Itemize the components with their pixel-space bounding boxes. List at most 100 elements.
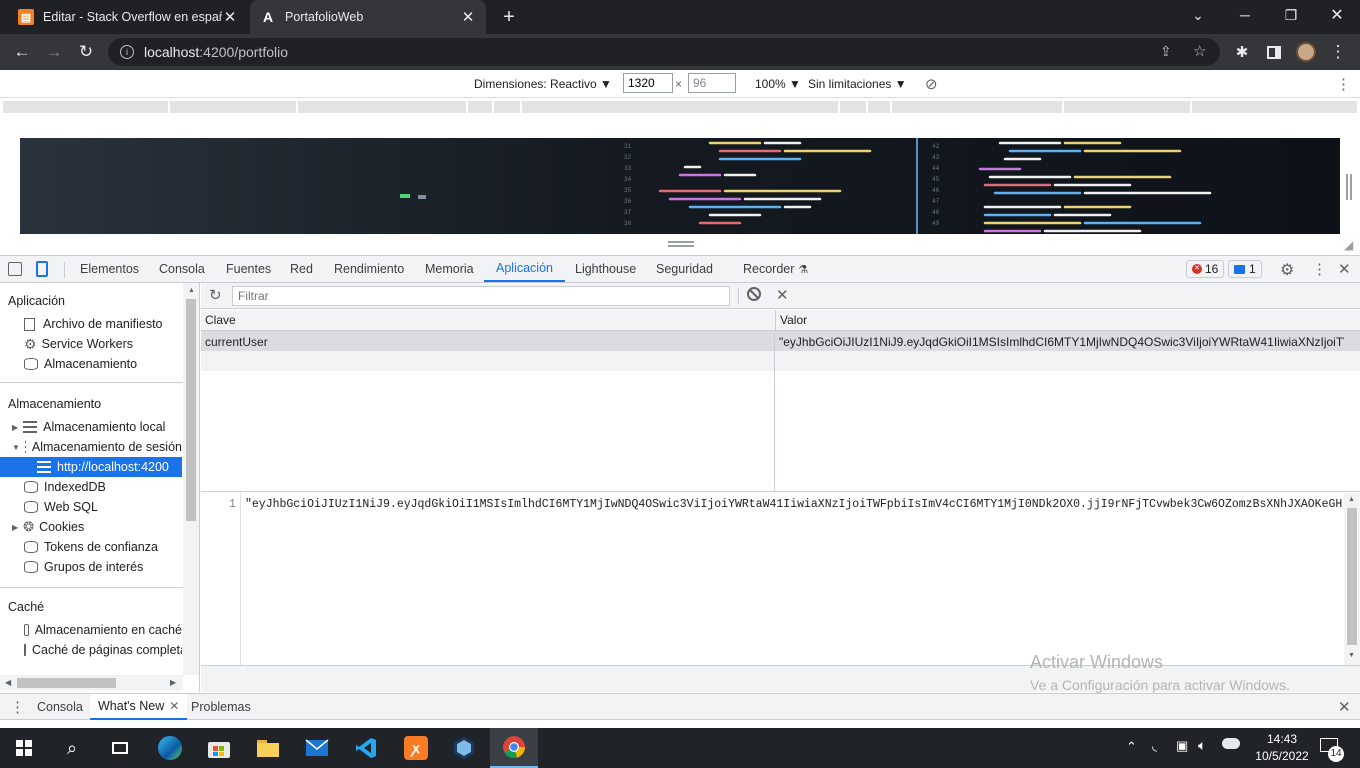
reload-button[interactable]: ↻ [72, 38, 100, 66]
chrome-icon[interactable] [490, 728, 538, 768]
media-query-segment[interactable] [868, 101, 890, 113]
expand-arrow-icon[interactable]: ▶ [12, 523, 18, 532]
cell-value[interactable]: "eyJhbGciOiJIUzI1NiJ9.eyJqdGkiOiI1MSIsIm… [779, 335, 1344, 349]
sidebar-vertical-scrollbar[interactable]: ▲ [183, 283, 199, 675]
drawer-tab-consola[interactable]: Consola [37, 700, 83, 714]
scrollbar-thumb[interactable] [1347, 508, 1357, 645]
side-panel-icon[interactable] [1260, 38, 1288, 66]
tab-seguridad[interactable]: Seguridad [656, 256, 713, 282]
tab-lighthouse[interactable]: Lighthouse [575, 256, 636, 282]
tab-memoria[interactable]: Memoria [425, 256, 474, 282]
virtualbox-icon[interactable] [440, 728, 488, 768]
tab-elementos[interactable]: Elementos [80, 256, 139, 282]
drawer-menu-icon[interactable]: ⋮ [10, 698, 25, 716]
sidebar-item-session-origin[interactable]: http://localhost:4200 [0, 457, 182, 477]
viewport-resize-corner[interactable]: ◢ [1344, 238, 1353, 252]
close-tab-icon[interactable]: ✕ [222, 8, 238, 26]
network-icon[interactable]: ◟ [1152, 738, 1157, 754]
tab-recorder[interactable]: Recorder ⚗ [743, 256, 808, 282]
message-counter-badge[interactable]: 1 [1228, 260, 1262, 278]
column-divider[interactable] [774, 331, 775, 492]
back-button[interactable]: ← [8, 38, 36, 66]
tab-red[interactable]: Red [290, 256, 313, 282]
bookmark-star-icon[interactable]: ☆ [1193, 42, 1206, 60]
media-query-segment[interactable] [170, 101, 296, 113]
throttle-dropdown[interactable]: Sin limitaciones ▼ [808, 77, 907, 91]
scroll-down-icon[interactable]: ▼ [1348, 652, 1355, 659]
tab-fuentes[interactable]: Fuentes [226, 256, 271, 282]
expand-arrow-icon[interactable]: ▶ [12, 423, 18, 432]
viewport-resize-handle-bottom[interactable] [668, 241, 694, 247]
preview-scrollbar[interactable]: ▲ ▼ [1344, 493, 1360, 665]
rotate-icon[interactable]: ⊘ [925, 75, 938, 93]
forward-button[interactable]: → [40, 38, 68, 66]
show-hidden-icons-icon[interactable]: ⌃ [1126, 739, 1137, 755]
cell-key[interactable]: currentUser [205, 335, 771, 349]
file-explorer-icon[interactable] [244, 728, 292, 768]
close-tab-icon[interactable]: ✕ [169, 699, 179, 713]
sidebar-item-indexeddb[interactable]: IndexedDB [24, 477, 182, 497]
extensions-icon[interactable]: ✱ [1228, 38, 1256, 66]
dimensions-dropdown[interactable]: Dimensiones: Reactivo ▼ [474, 77, 612, 91]
scroll-up-icon[interactable]: ▲ [188, 287, 195, 294]
column-header-value[interactable]: Valor [775, 310, 1360, 331]
media-query-segment[interactable] [468, 101, 492, 113]
media-query-segment[interactable] [494, 101, 520, 113]
collapse-arrow-icon[interactable]: ▼ [12, 443, 20, 452]
maximize-button[interactable]: ❐ [1268, 0, 1314, 30]
table-row[interactable]: currentUser "eyJhbGciOiJIUzI1NiJ9.eyJqdG… [201, 331, 1360, 351]
share-icon[interactable]: ⇪ [1160, 43, 1172, 60]
minimize-button[interactable]: ─ [1222, 0, 1268, 30]
edge-icon[interactable] [146, 728, 194, 768]
filter-input[interactable] [232, 286, 730, 306]
clock-time[interactable]: 14:43 [1252, 732, 1312, 746]
sidebar-item-service-workers[interactable]: ⚙ Service Workers [24, 334, 182, 354]
scroll-up-icon[interactable]: ▲ [1348, 496, 1355, 503]
tab-aplicacion[interactable]: Aplicación [484, 256, 565, 282]
media-query-segment[interactable] [892, 101, 1062, 113]
browser-tab-portafolioweb[interactable]: A PortafolioWeb ✕ [250, 0, 486, 34]
xampp-icon[interactable]: ꭗ [392, 728, 440, 768]
drawer-tab-whats-new[interactable]: What's New ✕ [90, 694, 188, 720]
address-bar[interactable]: i localhost:4200/portfolio ⇪ ☆ [108, 38, 1220, 66]
task-view-icon[interactable] [96, 728, 144, 768]
clock-date[interactable]: 10/5/2022 [1248, 749, 1316, 763]
new-tab-button[interactable]: + [495, 3, 523, 31]
search-icon[interactable]: ⌕ [48, 728, 96, 768]
volume-icon[interactable]: 🔈︎ [1198, 737, 1206, 754]
sidebar-item-cookies[interactable]: ▶ ❂ Cookies [12, 517, 182, 537]
drawer-tab-problemas[interactable]: Problemas [191, 700, 251, 714]
device-toggle-icon[interactable] [36, 261, 48, 277]
sidebar-item-trust-tokens[interactable]: Tokens de confianza [24, 537, 182, 557]
sidebar-item-back-forward-cache[interactable]: Caché de páginas completas [24, 640, 182, 660]
browser-menu-icon[interactable]: ⋮ [1324, 38, 1352, 66]
viewport-resize-handle-right[interactable] [1346, 174, 1352, 200]
media-query-segment[interactable] [3, 101, 168, 113]
clear-all-icon[interactable] [747, 287, 761, 301]
tab-consola[interactable]: Consola [159, 256, 205, 282]
error-counter-badge[interactable]: ✕ 16 [1186, 260, 1225, 278]
sidebar-item-local-storage[interactable]: ▶ Almacenamiento local [12, 417, 182, 437]
close-tab-icon[interactable]: ✕ [460, 8, 476, 26]
windows-start-icon[interactable] [0, 728, 48, 768]
width-input[interactable] [623, 73, 673, 93]
sidebar-item-storage[interactable]: Almacenamiento [24, 354, 182, 374]
refresh-icon[interactable]: ↻ [209, 286, 222, 304]
device-options-icon[interactable]: ⋮ [1336, 75, 1351, 93]
sidebar-item-manifest[interactable]: Archivo de manifiesto [24, 314, 182, 334]
height-input[interactable] [688, 73, 736, 93]
mail-icon[interactable] [293, 728, 341, 768]
scroll-left-icon[interactable]: ◀ [5, 678, 11, 687]
devtools-menu-icon[interactable]: ⋮ [1312, 260, 1327, 278]
close-window-button[interactable]: ✕ [1314, 0, 1360, 30]
info-icon[interactable]: i [120, 45, 134, 59]
sidebar-horizontal-scrollbar[interactable]: ◀ ▶ [0, 675, 183, 691]
profile-avatar[interactable] [1292, 38, 1320, 66]
scroll-right-icon[interactable]: ▶ [170, 678, 176, 687]
preview-text[interactable]: "eyJhbGciOiJIUzI1NiJ9.eyJqdGkiOiI1MSIsIm… [245, 498, 1343, 511]
close-devtools-icon[interactable]: ✕ [1338, 260, 1351, 278]
scrollbar-thumb[interactable] [186, 299, 196, 521]
tab-search-icon[interactable]: ⌄ [1175, 0, 1221, 30]
inspect-element-icon[interactable] [8, 262, 22, 276]
microsoft-store-icon[interactable] [195, 728, 243, 768]
